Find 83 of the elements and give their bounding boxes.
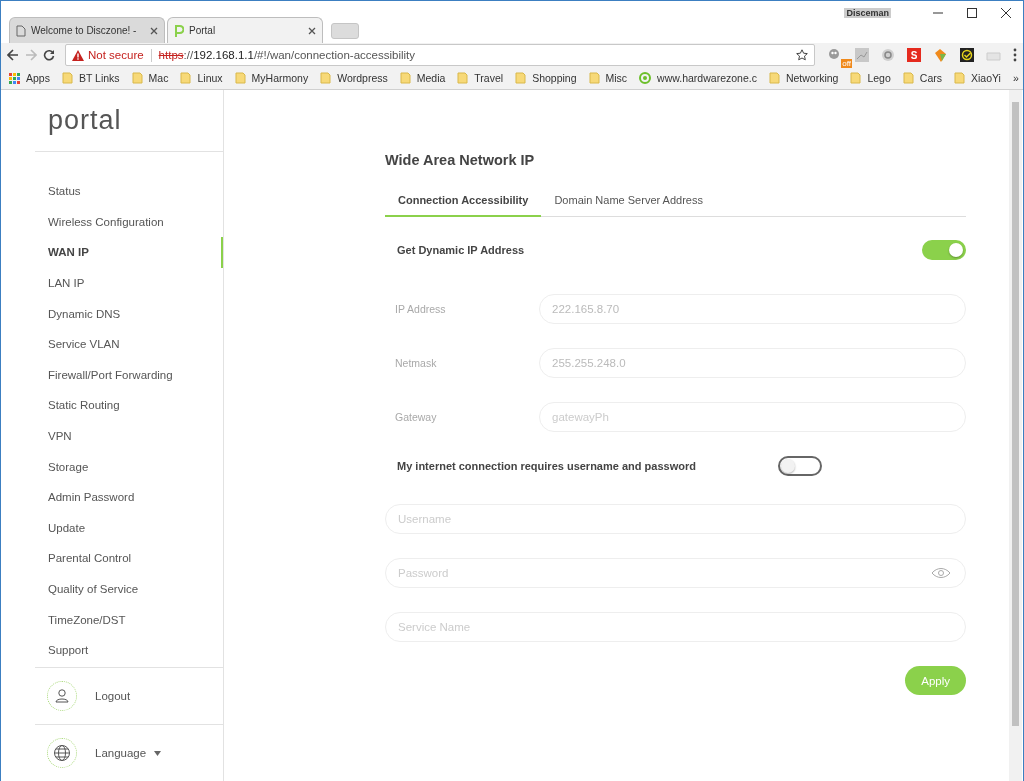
bookmark-link[interactable]: Misc xyxy=(605,72,628,84)
folder-icon xyxy=(320,72,332,84)
folder-icon xyxy=(457,72,469,84)
sidebar-item[interactable]: Static Routing xyxy=(1,390,223,421)
footer-link[interactable]: Logout xyxy=(95,690,131,702)
page-title: Wide Area Network IP xyxy=(385,152,536,168)
folder-icon xyxy=(399,72,411,84)
user-icon[interactable] xyxy=(54,688,70,704)
folder-icon xyxy=(131,72,143,84)
sidebar-item[interactable]: Admin Password xyxy=(1,481,223,513)
scrollbar[interactable] xyxy=(1009,90,1022,781)
address-url[interactable]: https://192.168.1.1/#!/wan/connection-accessibility xyxy=(158,49,792,61)
form-tab[interactable]: Domain Name Server Address xyxy=(541,194,716,217)
bookmark-link[interactable]: Cars xyxy=(919,72,942,84)
bookmark-link[interactable]: MyHarmony xyxy=(251,72,309,84)
footer-link[interactable]: Language xyxy=(95,747,147,759)
bookmark-link[interactable]: Mac xyxy=(148,72,169,84)
maximize-icon[interactable] xyxy=(967,8,977,18)
caret-icon[interactable] xyxy=(154,750,162,756)
field-label: IP Address xyxy=(394,303,447,315)
apps-grid-icon xyxy=(9,72,20,84)
bookmark-link[interactable]: XiaoYi xyxy=(970,72,1001,84)
sidebar-item[interactable]: LAN IP xyxy=(1,267,223,299)
folder-icon xyxy=(953,72,965,84)
sidebar-item[interactable]: Dynamic DNS xyxy=(1,298,223,329)
folder-icon xyxy=(515,72,527,84)
folder-icon xyxy=(768,72,780,84)
bookmark-link[interactable]: Media xyxy=(416,72,446,84)
star-icon[interactable] xyxy=(796,49,808,61)
off-badge: off xyxy=(841,59,852,68)
folder-icon xyxy=(588,72,600,84)
browser-tab[interactable]: Welcome to Disczone! - xyxy=(9,17,165,43)
folder-icon xyxy=(850,72,862,84)
close-icon[interactable] xyxy=(308,26,316,35)
sidebar-item[interactable]: Support xyxy=(1,634,223,666)
bookmark-link[interactable]: Networking xyxy=(785,72,839,84)
browser-tab[interactable]: Portal xyxy=(167,17,323,43)
folder-icon xyxy=(61,72,73,84)
folder-icon xyxy=(180,72,192,84)
toggle-label: Get Dynamic IP Address xyxy=(397,244,525,256)
globe-icon[interactable] xyxy=(53,744,71,762)
sidebar-item[interactable]: Wireless Configuration xyxy=(1,206,223,238)
field-label: Netmask xyxy=(394,357,438,369)
sidebar-item[interactable]: VPN xyxy=(1,420,223,452)
s-extension-icon[interactable]: S xyxy=(907,48,921,62)
portal-logo: portal xyxy=(48,104,122,137)
sidebar-item[interactable]: Service VLAN xyxy=(1,328,223,360)
security-label[interactable]: Not secure xyxy=(88,49,144,61)
bookmarks-overflow[interactable]: » xyxy=(1012,72,1019,84)
page-icon xyxy=(16,24,26,37)
sidebar-item[interactable]: Parental Control xyxy=(1,543,223,574)
bookmark-link[interactable]: Wordpress xyxy=(337,72,388,84)
bookmark-link[interactable]: BT Links xyxy=(78,72,120,84)
sidebar-item[interactable]: Storage xyxy=(1,451,223,482)
folder-icon xyxy=(234,72,246,84)
bookmark-link[interactable]: Linux xyxy=(197,72,223,84)
field-label: Gateway xyxy=(394,411,438,423)
reload-icon[interactable] xyxy=(43,49,55,61)
back-arrow-icon[interactable] xyxy=(7,49,19,61)
warning-icon[interactable] xyxy=(72,49,84,61)
bookmark-link[interactable]: www.hardwarezone.c xyxy=(657,72,757,84)
toggle-switch[interactable] xyxy=(922,240,966,260)
check-extension-icon[interactable] xyxy=(960,48,974,62)
sidebar-item[interactable]: Quality of Service xyxy=(1,573,223,605)
menu-icon[interactable] xyxy=(1013,48,1017,62)
bookmark-link[interactable]: Apps xyxy=(26,72,50,84)
sidebar-item[interactable]: Firewall/Port Forwarding xyxy=(1,359,223,391)
ring-extension-icon[interactable] xyxy=(881,48,895,62)
bookmark-link[interactable]: Shopping xyxy=(532,72,577,84)
sidebar-item[interactable]: TimeZone/DST xyxy=(1,604,223,635)
bookmark-link[interactable]: Travel xyxy=(474,72,504,84)
site-icon xyxy=(639,72,652,84)
close-icon[interactable] xyxy=(150,26,158,35)
close-icon[interactable] xyxy=(1001,8,1011,18)
form-tab[interactable]: Connection Accessibility xyxy=(385,194,542,217)
sidebar-item[interactable]: Status xyxy=(1,176,223,207)
toggle-switch[interactable] xyxy=(778,456,822,476)
sidebar-item[interactable]: Update xyxy=(1,512,223,544)
folder-icon xyxy=(902,72,914,84)
p-logo-icon xyxy=(174,23,184,38)
bookmark-link[interactable]: Lego xyxy=(867,72,891,84)
toggle-label: My internet connection requires username and password xyxy=(397,460,696,472)
profile-name[interactable]: Disceman xyxy=(844,8,891,18)
